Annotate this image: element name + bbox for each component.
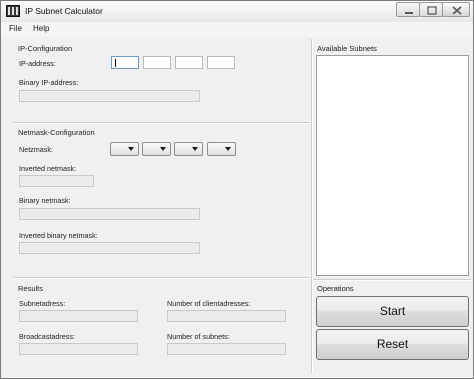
minimize-icon <box>405 12 413 14</box>
menu-help[interactable]: Help <box>33 24 49 33</box>
inverted-binary-netmask-field <box>19 242 200 254</box>
available-subnets-title: Available Subnets <box>317 44 377 53</box>
netmask-octet-4-select[interactable] <box>207 142 236 156</box>
client-addresses-field <box>167 310 286 322</box>
operations-group-title: Operations <box>317 284 354 293</box>
inverted-netmask-field <box>19 175 94 187</box>
binary-netmask-label: Binary netmask: <box>19 196 71 205</box>
ip-octet-2-input[interactable] <box>143 56 171 69</box>
client-addresses-label: Number of clientadresses: <box>167 299 251 308</box>
close-icon <box>452 6 462 15</box>
binary-netmask-field <box>19 208 200 220</box>
minimize-button[interactable] <box>396 2 420 17</box>
menu-bar: File Help <box>1 22 473 37</box>
broadcast-address-label: Broadcastadress: <box>19 332 75 341</box>
separator <box>13 122 310 124</box>
menu-file[interactable]: File <box>9 24 22 33</box>
ip-octet-3-input[interactable] <box>175 56 203 69</box>
broadcast-address-field <box>19 343 138 355</box>
inverted-netmask-label: Inverted netmask: <box>19 164 77 173</box>
available-subnets-list[interactable] <box>316 55 469 276</box>
ip-octet-4-input[interactable] <box>207 56 235 69</box>
panel-divider <box>311 39 313 373</box>
title-bar[interactable]: IP Subnet Calculator <box>1 1 473 23</box>
subnet-count-field <box>167 343 286 355</box>
ip-config-group-title: IP-Configuration <box>18 44 73 53</box>
netmask-octet-3-select[interactable] <box>174 142 203 156</box>
inverted-binary-netmask-label: Inverted binary netmask: <box>19 231 98 240</box>
binary-ip-field <box>19 90 200 102</box>
separator <box>13 277 310 279</box>
netmask-octet-1-select[interactable] <box>110 142 139 156</box>
maximize-icon <box>427 6 437 15</box>
dropdown-arrow-icon <box>128 147 134 151</box>
ip-address-label: IP-address: <box>19 59 56 68</box>
close-button[interactable] <box>442 2 470 17</box>
ip-octet-1-input[interactable] <box>111 56 139 69</box>
reset-button[interactable]: Reset <box>316 329 469 360</box>
binary-ip-label: Binary IP-address: <box>19 78 79 87</box>
subnet-address-label: Subnetadress: <box>19 299 66 308</box>
window-title: IP Subnet Calculator <box>25 6 103 16</box>
maximize-button[interactable] <box>419 2 443 17</box>
netmask-config-group-title: Netmask-Configuration <box>18 128 95 137</box>
start-button[interactable]: Start <box>316 296 469 327</box>
start-button-label: Start <box>379 304 406 318</box>
dropdown-arrow-icon <box>192 147 198 151</box>
results-group-title: Results <box>18 284 44 293</box>
reset-button-label: Reset <box>376 337 409 351</box>
separator <box>313 279 471 281</box>
subnet-address-field <box>19 310 138 322</box>
subnet-count-label: Number of subnets: <box>167 332 230 341</box>
text-caret <box>115 59 116 67</box>
calculator-icon <box>6 5 20 17</box>
netmask-label: Netzmask: <box>19 145 53 154</box>
dropdown-arrow-icon <box>160 147 166 151</box>
dropdown-arrow-icon <box>225 147 231 151</box>
netmask-octet-2-select[interactable] <box>142 142 171 156</box>
app-window: IP Subnet Calculator File Help IP-Config… <box>0 0 474 379</box>
